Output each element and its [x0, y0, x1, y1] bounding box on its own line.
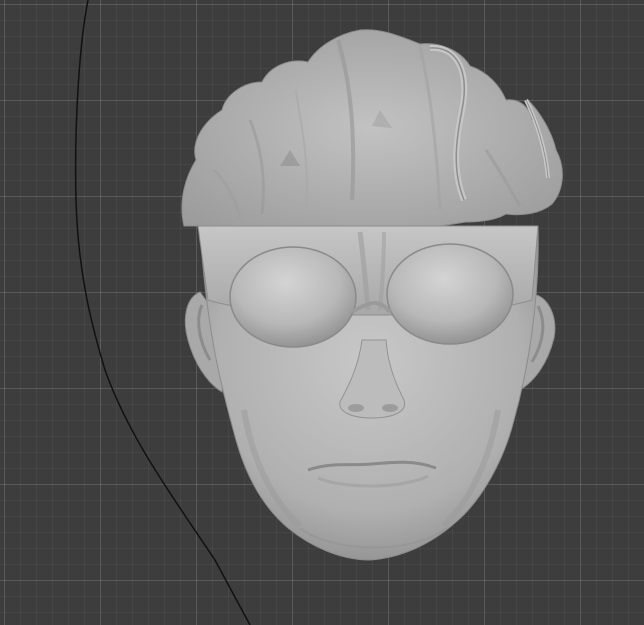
right-goggle [386, 243, 514, 345]
head-model[interactable] [181, 29, 563, 561]
left-goggle [229, 246, 357, 348]
3d-viewport[interactable] [0, 0, 644, 625]
hair [181, 29, 563, 227]
viewport-scene[interactable] [0, 0, 644, 625]
